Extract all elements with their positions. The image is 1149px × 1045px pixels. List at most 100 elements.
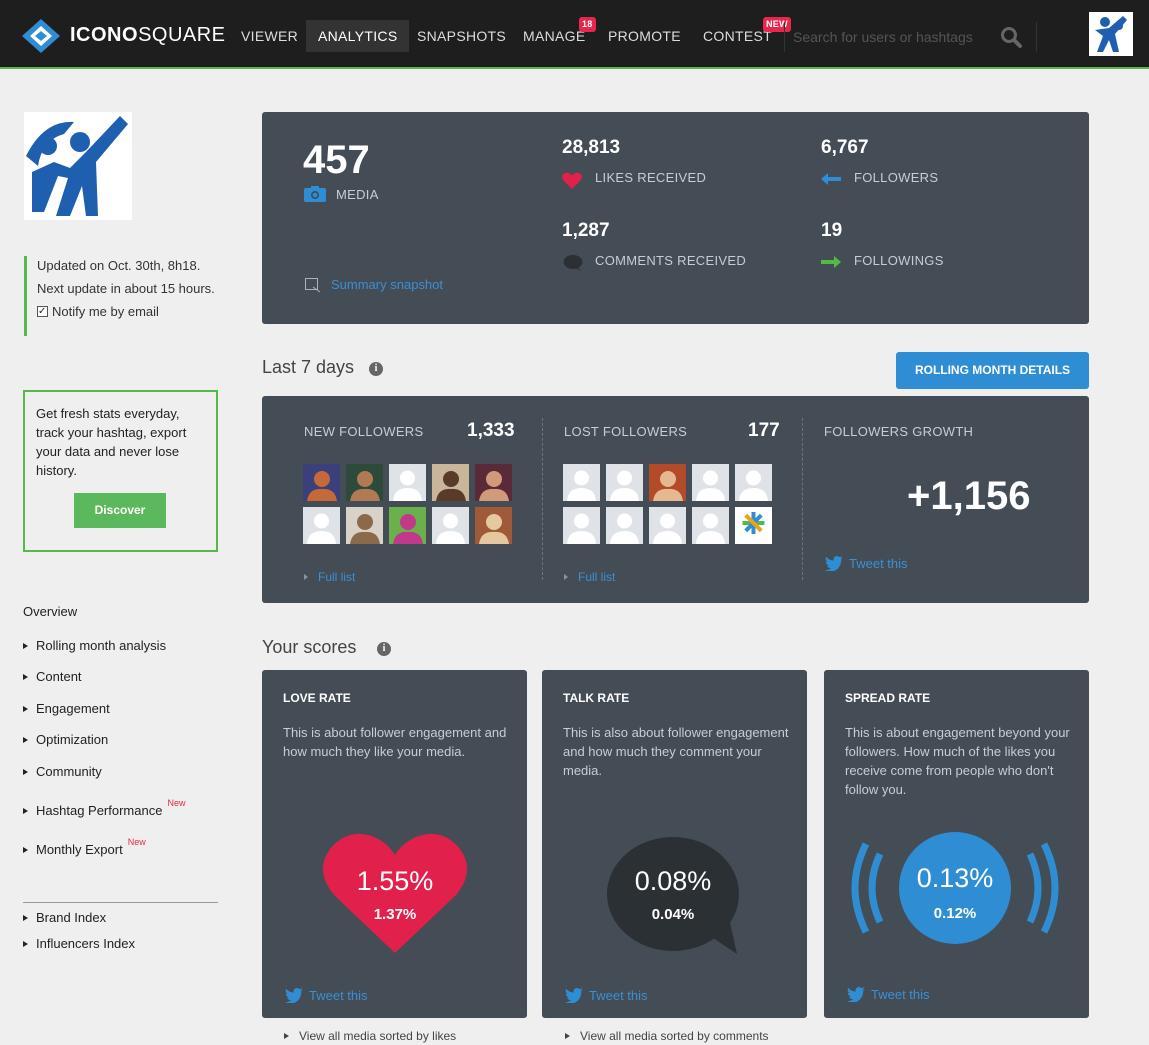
followers-growth-value: +1,156 [907,474,1031,518]
follower-avatar[interactable] [649,464,686,501]
user-avatar[interactable] [1089,12,1133,56]
likes-received-count: 28,813 [562,137,621,158]
new-followers-count: 1,333 [467,420,515,441]
view-media-by-likes-link[interactable]: View all media sorted by likes [284,1029,456,1043]
tweet-talk-rate-link[interactable]: Tweet this [565,988,648,1004]
sidebar-item-optimization[interactable]: Optimization [23,732,108,747]
love-rate-card: LOVE RATE This is about follower engagem… [262,670,527,1018]
info-icon[interactable]: i [377,642,391,656]
last-7-days-title: Last 7 days [262,357,355,377]
follower-avatar[interactable] [432,507,469,544]
media-count: 457 [303,138,370,182]
follower-avatar[interactable] [563,464,600,501]
follower-avatar[interactable] [475,464,512,501]
divider [802,418,803,580]
search-input[interactable] [793,25,983,49]
upgrade-promo: Get fresh stats everyday, track your has… [23,390,218,552]
camera-icon [304,186,326,202]
sidebar-item-engagement[interactable]: Engagement [23,701,110,716]
follower-avatar[interactable] [735,507,772,544]
sidebar-item-influencers-index[interactable]: Influencers Index [23,936,135,951]
arrow-left-icon [821,173,841,185]
tweet-growth-link[interactable]: Tweet this [825,556,908,572]
comments-received-count: 1,287 [562,220,610,241]
twitter-bird-icon [847,987,865,1003]
talk-rate-value: 0.08% [634,866,712,896]
follower-avatar[interactable] [346,464,383,501]
new-followers-label: NEW FOLLOWERS [304,424,424,439]
arrow-right-icon [821,256,841,268]
rolling-month-details-button[interactable]: ROLLING MONTH DETAILS [896,352,1089,389]
sidebar-item-overview[interactable]: Overview [23,604,77,619]
view-media-by-comments-link[interactable]: View all media sorted by comments [565,1029,769,1043]
next-update-text: Next update in about 15 hours. [37,281,215,296]
follower-avatar[interactable] [432,464,469,501]
search-box [784,22,1024,52]
promo-text: Get fresh stats everyday, track your has… [36,406,187,478]
likes-received-label: LIKES RECEIVED [595,170,707,185]
nav-promote[interactable]: PROMOTE [608,20,681,52]
logo-wordmark[interactable]: ICONOSQUARE [70,24,226,47]
sidebar-item-rolling-month[interactable]: Rolling month analysis [23,638,166,653]
divider [542,418,543,580]
spread-rate-description: This is about engagement beyond your fol… [845,725,1070,797]
sidebar-item-brand-index[interactable]: Brand Index [23,910,106,925]
follower-avatar[interactable] [692,464,729,501]
follower-avatar[interactable] [649,507,686,544]
talk-rate-card: TALK RATE This is also about follower en… [542,670,807,1018]
sidebar-divider [23,902,218,903]
nav-divider [1036,22,1037,52]
follower-avatar[interactable] [303,464,340,501]
nav-analytics[interactable]: ANALYTICS [306,20,410,52]
account-summary-panel: 457 MEDIA 28,813 LIKES RECEIVED 1,287 CO… [262,112,1089,324]
follower-avatar[interactable] [389,507,426,544]
followers-label: FOLLOWERS [854,170,939,185]
comments-received-label: COMMENTS RECEIVED [595,253,747,268]
lost-followers-label: LOST FOLLOWERS [564,424,688,439]
followers-growth-label: FOLLOWERS GROWTH [824,424,974,439]
search-icon[interactable] [999,25,1023,49]
summary-snapshot-link[interactable]: Summary snapshot [331,277,443,292]
follower-avatar[interactable] [606,507,643,544]
notify-email-checkbox[interactable]: Notify me by email [37,304,218,319]
nav-viewer[interactable]: VIEWER [241,20,298,52]
nav-contest[interactable]: CONTEST NEW [703,17,791,52]
followings-label: FOLLOWINGS [854,253,944,268]
updated-on-text: Updated on Oct. 30th, 8h18. [37,258,201,273]
new-followers-full-list-link[interactable]: Full list [304,570,355,584]
nav-manage[interactable]: MANAGE 18 [523,17,596,52]
sidebar-item-content[interactable]: Content [23,669,82,684]
checkbox-checked[interactable] [37,304,48,319]
follower-avatar[interactable] [692,507,729,544]
media-label: MEDIA [336,187,379,202]
lost-followers-full-list-link[interactable]: Full list [564,570,615,584]
follower-avatar[interactable] [606,464,643,501]
new-badge: New [127,837,146,847]
tweet-love-rate-link[interactable]: Tweet this [285,988,368,1004]
follower-avatar[interactable] [735,464,772,501]
spread-rate-card: SPREAD RATE This is about engagement bey… [824,670,1089,1018]
nav-snapshots[interactable]: SNAPSHOTS [417,20,506,52]
info-icon[interactable]: i [369,362,383,376]
update-status: Updated on Oct. 30th, 8h18. Next update … [24,256,218,336]
comment-bubble-icon [563,255,583,271]
tweet-spread-rate-link[interactable]: Tweet this [847,987,930,1003]
love-rate-description: This is about follower engagement and ho… [283,725,507,759]
iconosquare-logo-icon[interactable] [22,19,60,53]
sidebar-item-hashtag-performance[interactable]: Hashtag Performance New [23,798,185,818]
follower-avatar[interactable] [475,507,512,544]
follower-avatar[interactable] [389,464,426,501]
follower-avatar[interactable] [563,507,600,544]
lost-followers-count: 177 [748,420,780,441]
talk-rate-title: TALK RATE [563,691,630,705]
sidebar-item-community[interactable]: Community [23,764,102,779]
talk-rate-description: This is also about follower engagement a… [563,725,789,778]
follower-avatar[interactable] [303,507,340,544]
manage-count-badge: 18 [579,17,596,32]
follower-avatar[interactable] [346,507,383,544]
notify-label: Notify me by email [52,304,159,319]
discover-button[interactable]: Discover [74,493,166,528]
sidebar-item-monthly-export[interactable]: Monthly Export New [23,837,146,857]
spread-rate-value: 0.13% [916,863,994,893]
last-7-days-panel: NEW FOLLOWERS 1,333 Full list LOST FOLLO… [262,396,1089,603]
